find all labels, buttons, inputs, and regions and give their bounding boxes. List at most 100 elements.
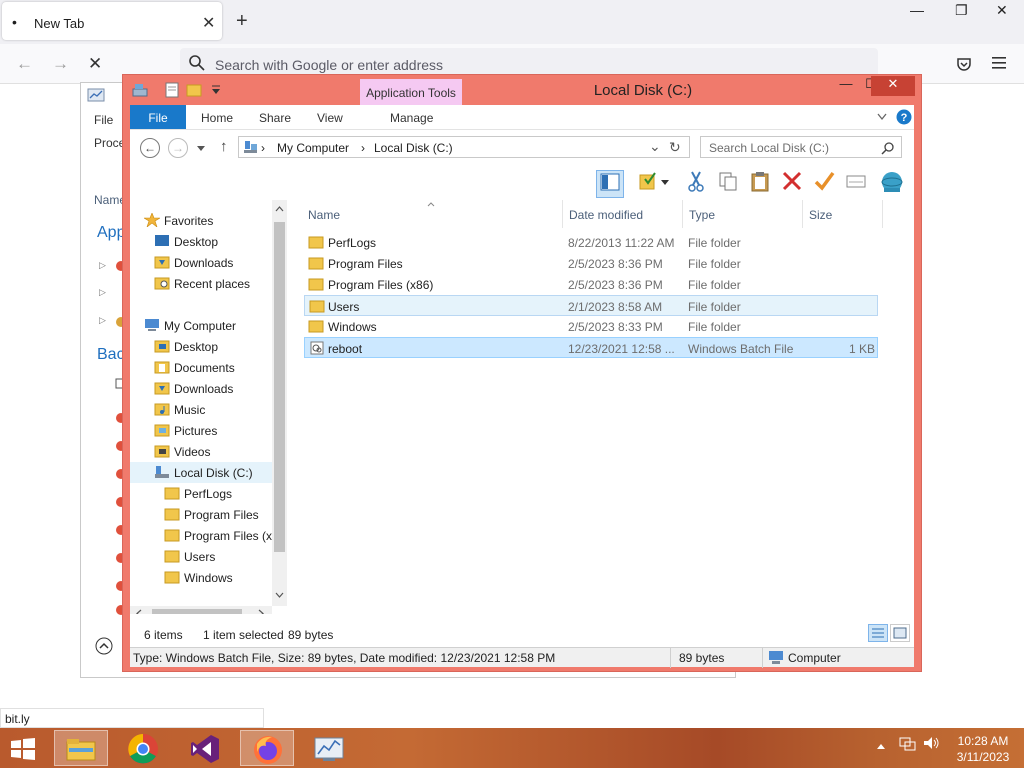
back-button[interactable]: ← [140, 138, 160, 158]
hamburger-menu-icon[interactable] [992, 57, 1006, 72]
file-date: 2/5/2023 8:36 PM [568, 278, 663, 292]
rename-button[interactable] [810, 170, 838, 198]
breadcrumb-my-computer[interactable]: My Computer [277, 141, 349, 155]
help-icon[interactable]: ? [896, 109, 912, 128]
properties-dropdown-icon[interactable] [658, 170, 672, 198]
large-icons-view-button[interactable] [890, 624, 910, 642]
taskbar-file-explorer[interactable] [54, 730, 108, 766]
taskbar-chrome[interactable] [116, 730, 170, 766]
browser-stop-button[interactable]: ✕ [88, 54, 102, 74]
column-header-type[interactable]: Type [689, 208, 715, 222]
file-row-users[interactable]: Users 2/1/2023 8:58 AM File folder [304, 295, 878, 316]
svg-text:?: ? [901, 112, 908, 124]
bg-fewer-details-icon[interactable] [95, 637, 113, 658]
customize-qat-icon[interactable] [207, 81, 225, 99]
browser-restore-button[interactable]: ❐ [955, 2, 968, 19]
column-header-name[interactable]: Name [308, 208, 340, 222]
computer-icon [769, 651, 783, 664]
svg-text:▷: ▷ [99, 287, 106, 297]
ribbon-tab-view[interactable]: View [317, 105, 343, 129]
show-hidden-icons[interactable] [876, 738, 886, 753]
explorer-address-box[interactable]: › My Computer › Local Disk (C:) ⌄ ↻ [238, 136, 690, 158]
new-folder-icon[interactable] [185, 81, 203, 99]
delete-button[interactable] [778, 170, 806, 198]
explorer-minimize-button[interactable]: — [829, 76, 863, 96]
browser-forward-button[interactable]: → [52, 54, 69, 74]
refresh-icon[interactable]: ↻ [669, 139, 681, 156]
network-icon[interactable] [898, 734, 916, 755]
address-dropdown-icon[interactable]: ⌄ [649, 138, 661, 155]
properties-icon[interactable] [163, 81, 181, 99]
breadcrumb-local-disk[interactable]: Local Disk (C:) [374, 141, 453, 155]
taskbar-firefox[interactable] [240, 730, 294, 766]
copy-button[interactable] [714, 170, 742, 198]
system-clock[interactable]: 10:28 AM 3/11/2023 [948, 733, 1018, 765]
start-button[interactable] [0, 730, 46, 766]
nav-local-disk[interactable]: Local Disk (C:) [130, 462, 272, 483]
nav-vertical-scroll-thumb[interactable] [274, 222, 285, 552]
up-button[interactable]: ↑ [220, 138, 228, 155]
globe-button[interactable] [878, 170, 906, 198]
volume-icon[interactable] [922, 734, 940, 755]
large-icons-view-icon [893, 627, 907, 639]
preview-pane-button[interactable] [596, 170, 624, 198]
taskbar-performance-monitor[interactable] [302, 730, 356, 766]
folder-icon [164, 550, 180, 563]
scroll-down-icon[interactable] [275, 592, 284, 598]
scroll-up-icon[interactable] [275, 206, 284, 212]
explorer-search-box[interactable]: Search Local Disk (C:) [700, 136, 902, 158]
details-text: Type: Windows Batch File, Size: 89 bytes… [133, 651, 556, 665]
expand-ribbon-icon[interactable] [876, 111, 888, 125]
browser-close-button[interactable]: ✕ [996, 2, 1008, 19]
browser-back-button[interactable]: ← [16, 54, 33, 74]
ribbon-tab-manage[interactable]: Manage [390, 105, 433, 129]
column-separator [882, 200, 883, 228]
details-view-button[interactable] [868, 624, 888, 642]
forward-button[interactable]: → [168, 138, 188, 158]
recent-locations-icon[interactable] [196, 142, 206, 156]
preview-pane-icon [600, 173, 620, 191]
visual-studio-icon [191, 735, 219, 763]
chart-app-icon [87, 88, 105, 102]
computer-icon [145, 319, 159, 331]
ribbon-tab-share[interactable]: Share [259, 105, 291, 129]
search-icon[interactable] [881, 141, 895, 155]
file-row-windows[interactable]: Windows 2/5/2023 8:33 PM File folder [304, 316, 878, 337]
new-tab-button[interactable]: + [236, 10, 248, 33]
browser-tab-new-tab[interactable]: • New Tab ✕ [2, 2, 222, 40]
batch-file-icon [310, 341, 324, 355]
column-header-date-modified[interactable]: Date modified [569, 208, 643, 222]
desktop-icon [155, 235, 169, 246]
ribbon-tab-file[interactable]: File [130, 105, 186, 129]
nav-vertical-scrollbar[interactable] [272, 200, 287, 606]
file-row-reboot[interactable]: reboot 12/23/2021 12:58 ... Windows Batc… [304, 337, 878, 358]
file-row-perflogs[interactable]: PerfLogs 8/22/2013 11:22 AM File folder [304, 232, 878, 253]
explorer-content: ← → ↑ › My Computer › Local Disk (C:) ⌄ … [130, 129, 914, 648]
column-separator [682, 200, 683, 228]
taskbar-visual-studio[interactable] [178, 730, 232, 766]
drive-quick-icon[interactable] [131, 81, 149, 99]
paste-button[interactable] [746, 170, 774, 198]
file-type: File folder [688, 278, 741, 292]
folder-icon [164, 487, 180, 500]
pocket-icon[interactable] [956, 56, 972, 75]
tab-close-icon[interactable]: ✕ [202, 13, 215, 33]
file-row-program-files-x86[interactable]: Program Files (x86) 2/5/2023 8:36 PM Fil… [304, 274, 878, 295]
properties-check-icon [639, 172, 656, 190]
nav-program-files-x86[interactable]: Program Files (x8 [164, 525, 272, 546]
bg-menu-file[interactable]: File [94, 113, 113, 127]
status-selected-size: 89 bytes [288, 628, 334, 642]
ribbon-tab-home[interactable]: Home [201, 105, 233, 129]
file-date: 12/23/2021 12:58 ... [568, 342, 675, 356]
recent-places-icon [154, 277, 170, 290]
search-placeholder: Search Local Disk (C:) [709, 141, 830, 155]
cut-button[interactable] [682, 170, 710, 198]
explorer-titlebar[interactable]: Application Tools Local Disk (C:) — ☐ ✕ [123, 75, 921, 105]
details-separator [670, 648, 671, 668]
bg-tab-processes[interactable]: Proce [94, 136, 125, 150]
column-header-size[interactable]: Size [809, 208, 832, 222]
details-pane-button[interactable] [842, 170, 870, 198]
explorer-close-button[interactable]: ✕ [871, 76, 915, 96]
browser-minimize-button[interactable]: — [910, 2, 924, 18]
file-row-program-files[interactable]: Program Files 2/5/2023 8:36 PM File fold… [304, 253, 878, 274]
